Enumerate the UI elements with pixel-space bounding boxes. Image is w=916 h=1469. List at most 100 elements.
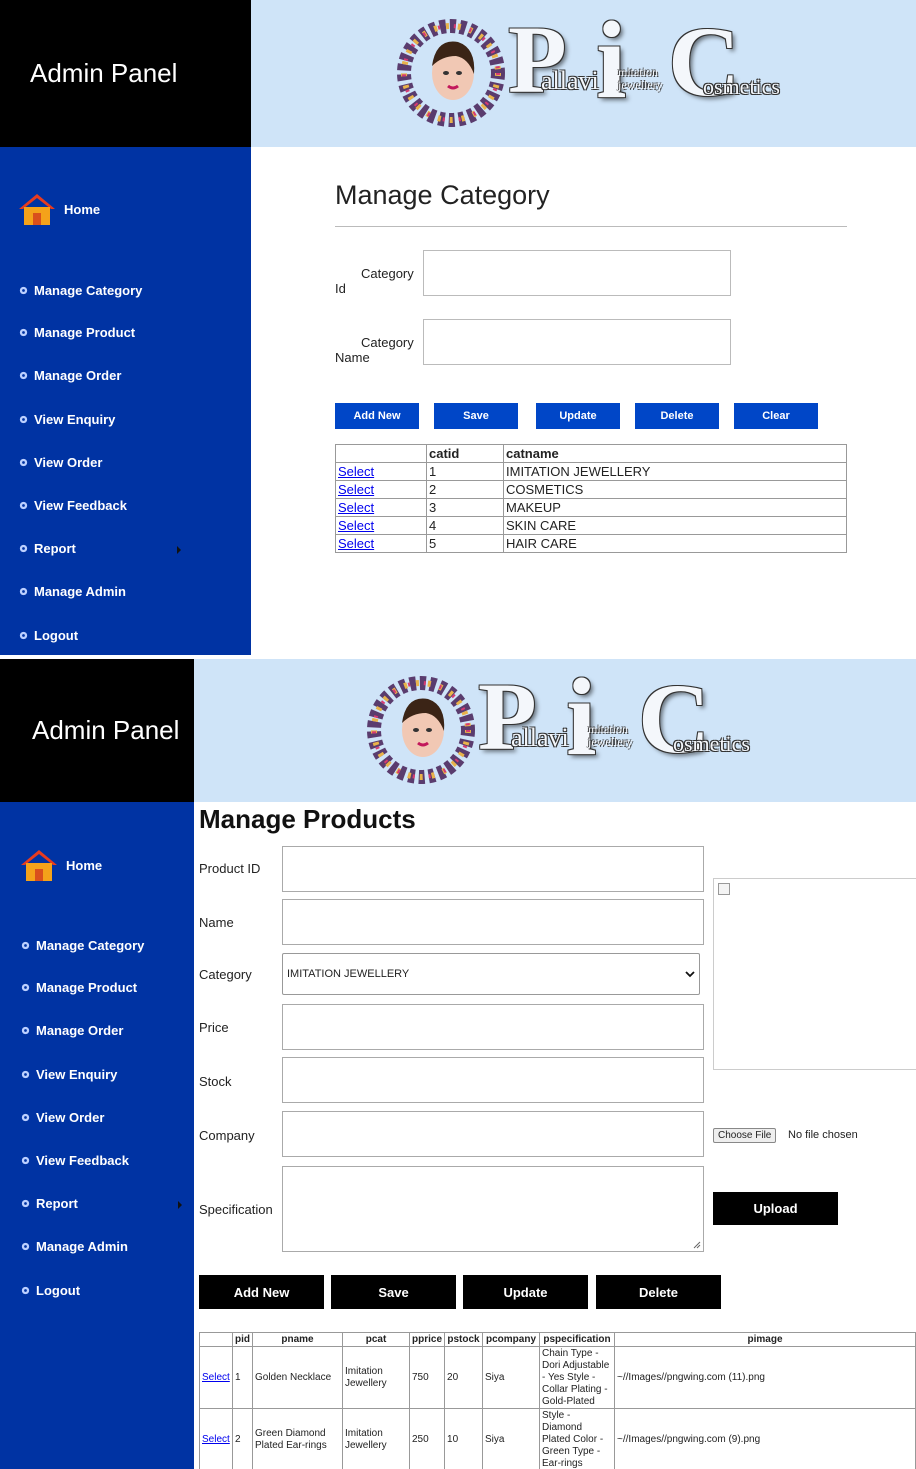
category-select[interactable]: IMITATION JEWELLERY	[282, 953, 700, 995]
sidebar-item-manage-order[interactable]: Manage Order	[20, 1023, 123, 1038]
table-header: pimage	[614, 1332, 916, 1347]
category-id-label: Category	[361, 266, 414, 281]
sidebar-item-manage-category[interactable]: Manage Category	[20, 938, 144, 953]
pid-cell: 1	[232, 1346, 253, 1409]
sidebar-item-manage-admin[interactable]: Manage Admin	[18, 584, 126, 599]
pspecification-cell: Chain Type - Dori Adjustable - Yes Style…	[539, 1346, 616, 1409]
sidebar-item-home[interactable]: Home	[20, 848, 102, 882]
sidebar-item-manage-product[interactable]: Manage Product	[20, 980, 137, 995]
price-input[interactable]	[282, 1004, 704, 1050]
logo: P allavi i mitation jewellery C osmetics	[396, 4, 780, 144]
gear-icon	[21, 1156, 30, 1165]
sidebar-item-label: View Feedback	[36, 1153, 129, 1168]
banner: P allavi i mitation jewellery C osmetics	[194, 659, 916, 802]
select-link[interactable]: Select	[202, 1372, 230, 1383]
logo-word-c: osmetics	[673, 731, 750, 756]
name-label: Name	[199, 915, 234, 930]
upload-button[interactable]: Upload	[713, 1192, 838, 1225]
gear-icon	[21, 941, 30, 950]
table-row: Select 5 HAIR CARE	[335, 534, 847, 553]
sidebar-item-manage-admin[interactable]: Manage Admin	[20, 1239, 128, 1254]
sidebar-item-home[interactable]: Home	[18, 192, 100, 226]
sidebar-item-label: Manage Product	[34, 325, 136, 340]
select-link[interactable]: Select	[338, 518, 374, 533]
brand-title: Admin Panel	[32, 715, 180, 745]
pid-cell: 2	[232, 1408, 253, 1469]
table-header: pname	[252, 1332, 343, 1347]
catid-cell: 4	[426, 516, 504, 535]
company-input[interactable]	[282, 1111, 704, 1157]
sidebar-item-logout[interactable]: Logout	[20, 1283, 80, 1298]
resize-handle-icon[interactable]	[692, 1240, 701, 1249]
logo-letter-i: i	[566, 659, 597, 778]
clear-button[interactable]: Clear	[734, 403, 818, 429]
category-name-input[interactable]	[423, 319, 731, 365]
sidebar-item-view-order[interactable]: View Order	[18, 455, 102, 470]
table-header: pcompany	[482, 1332, 541, 1347]
save-button[interactable]: Save	[331, 1275, 456, 1309]
name-input[interactable]	[282, 899, 704, 945]
specification-textarea[interactable]	[282, 1166, 704, 1252]
pstock-cell: 20	[444, 1346, 484, 1409]
sidebar-item-view-order[interactable]: View Order	[20, 1110, 104, 1125]
sidebar-item-label: View Order	[36, 1110, 105, 1125]
select-link[interactable]: Select	[338, 482, 374, 497]
choose-file-button[interactable]: Choose File	[713, 1128, 777, 1143]
sidebar-item-view-feedback[interactable]: View Feedback	[18, 498, 127, 513]
category-id-input[interactable]	[423, 250, 731, 296]
product-id-input[interactable]	[282, 846, 704, 892]
gear-icon	[21, 1286, 30, 1295]
catname-cell: MAKEUP	[503, 498, 847, 517]
logo-word-p: allavi	[541, 66, 599, 95]
table-header: pid	[232, 1332, 253, 1347]
table-header-row: pid pname pcat pprice pstock pcompany ps…	[199, 1332, 916, 1347]
sidebar-item-logout[interactable]: Logout	[18, 628, 78, 643]
table-row: Select 4 SKIN CARE	[335, 516, 847, 535]
pcompany-cell: Siya	[482, 1346, 541, 1409]
table-row: Select 1 Golden Necklace Imitation Jewel…	[199, 1346, 916, 1409]
select-link[interactable]: Select	[202, 1434, 230, 1445]
sidebar-item-view-enquiry[interactable]: View Enquiry	[20, 1067, 117, 1082]
add-new-button[interactable]: Add New	[335, 403, 419, 429]
sidebar-item-view-feedback[interactable]: View Feedback	[20, 1153, 129, 1168]
sidebar-item-manage-product[interactable]: Manage Product	[18, 325, 135, 340]
sidebar-item-report[interactable]: Report	[18, 541, 76, 556]
delete-button[interactable]: Delete	[596, 1275, 721, 1309]
manage-products-screen: Admin Panel P allavi i mitation jeweller…	[0, 659, 916, 1469]
select-link[interactable]: Select	[338, 464, 374, 479]
select-link[interactable]: Select	[338, 500, 374, 515]
brand-title: Admin Panel	[30, 58, 178, 88]
sidebar-item-report[interactable]: Report	[20, 1196, 78, 1211]
pname-cell: Green Diamond Plated Ear-rings	[252, 1408, 343, 1469]
sidebar-item-label: Home	[64, 201, 101, 217]
pstock-cell: 10	[444, 1408, 484, 1469]
select-link[interactable]: Select	[338, 536, 374, 551]
home-icon	[21, 850, 57, 881]
pname-cell: Golden Necklace	[252, 1346, 343, 1409]
gear-icon	[19, 286, 28, 295]
page-title: Manage Products	[199, 804, 416, 834]
update-button[interactable]: Update	[536, 403, 620, 429]
logo-word-p: allavi	[511, 723, 569, 752]
submenu-arrow-icon	[177, 546, 181, 554]
sidebar-item-view-enquiry[interactable]: View Enquiry	[18, 412, 115, 427]
stock-input[interactable]	[282, 1057, 704, 1103]
add-new-button[interactable]: Add New	[199, 1275, 324, 1309]
gear-icon	[21, 983, 30, 992]
table-header: pspecification	[539, 1332, 616, 1347]
catname-cell: HAIR CARE	[503, 534, 847, 553]
sidebar-item-manage-order[interactable]: Manage Order	[18, 368, 121, 383]
save-button[interactable]: Save	[434, 403, 518, 429]
table-row: Select 2 COSMETICS	[335, 480, 847, 499]
sidebar-item-manage-category[interactable]: Manage Category	[18, 283, 142, 298]
category-selected-value: IMITATION JEWELLERY	[287, 968, 410, 980]
delete-button[interactable]: Delete	[635, 403, 719, 429]
file-status: No file chosen	[788, 1129, 858, 1141]
table-header-row: catid catname	[335, 444, 847, 463]
company-label: Company	[199, 1128, 255, 1143]
category-label: Category	[199, 967, 252, 982]
sidebar-item-label: Report	[36, 1196, 78, 1211]
update-button[interactable]: Update	[463, 1275, 588, 1309]
page-title: Manage Category	[335, 180, 550, 210]
category-table: catid catname Select 1 IMITATION JEWELLE…	[335, 444, 847, 553]
